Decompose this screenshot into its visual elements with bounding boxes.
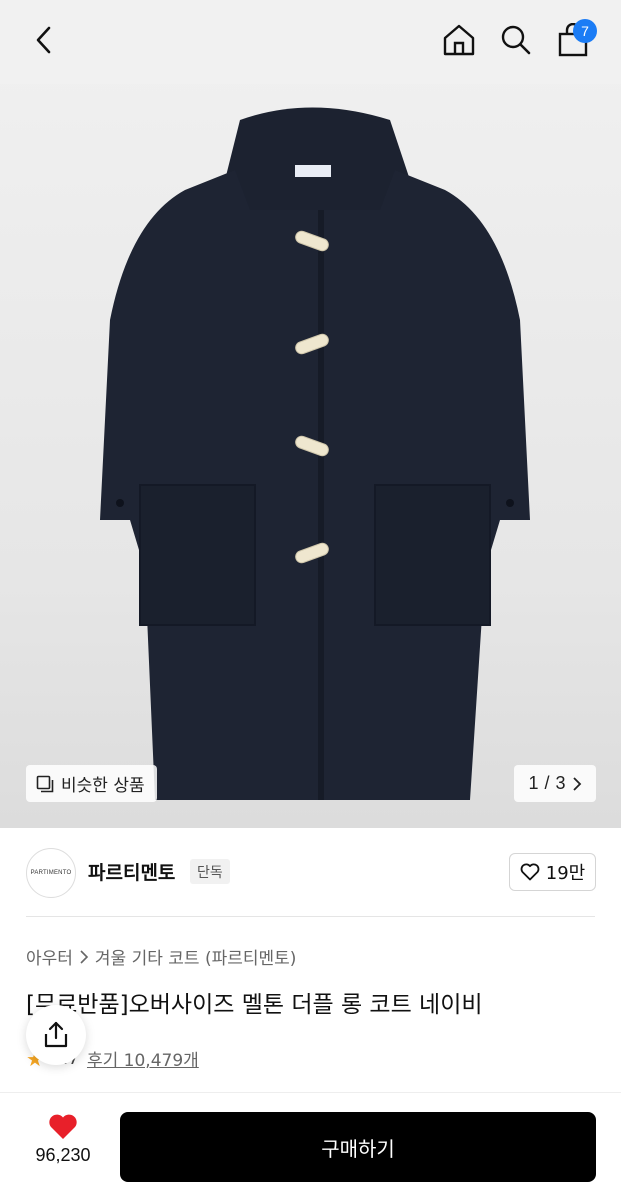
- review-link[interactable]: 후기 10,479개: [87, 1046, 199, 1071]
- brand-row: PARTIMENTO 파르티멘토 단독 19만: [0, 828, 621, 916]
- chevron-left-icon: [36, 26, 51, 54]
- similar-products-button[interactable]: 비슷한 상품: [26, 765, 157, 802]
- brand-like-count: 19만: [545, 863, 586, 884]
- home-button[interactable]: [437, 18, 481, 62]
- cart-count-badge: 7: [573, 19, 597, 43]
- breadcrumb-item-outer[interactable]: 아우터: [26, 944, 73, 969]
- exclusive-badge: 단독: [190, 859, 230, 884]
- similar-products-label: 비슷한 상품: [61, 776, 145, 796]
- image-pager[interactable]: 1 / 3: [514, 765, 596, 802]
- breadcrumb: 아우터 겨울 기타 코트 (파르티멘토): [26, 944, 296, 969]
- search-button[interactable]: [494, 18, 538, 62]
- back-button[interactable]: [22, 18, 66, 62]
- chevron-right-icon: [572, 776, 581, 791]
- share-icon: [44, 1021, 68, 1048]
- heart-filled-icon: [49, 1114, 77, 1139]
- favorite-button[interactable]: 96,230: [22, 1113, 104, 1166]
- brand-name[interactable]: 파르티멘토: [88, 858, 175, 885]
- pager-current: 1: [528, 773, 539, 793]
- divider: [26, 916, 595, 917]
- cart-button[interactable]: 7: [551, 18, 597, 62]
- product-image-area[interactable]: 비슷한 상품 1 / 3: [0, 0, 621, 828]
- brand-logo[interactable]: PARTIMENTO: [26, 848, 76, 898]
- share-button[interactable]: [26, 1005, 86, 1065]
- heart-outline-icon: [520, 863, 540, 881]
- breadcrumb-item-category[interactable]: 겨울 기타 코트 (파르티멘토): [95, 944, 297, 969]
- home-icon: [443, 24, 475, 56]
- search-icon: [501, 25, 531, 55]
- product-title: [무료반품]오버사이즈 멜톤 더플 롱 코트 네이비: [26, 992, 483, 1018]
- top-header: 7: [0, 0, 621, 84]
- bottom-action-bar: 96,230 구매하기: [0, 1092, 621, 1200]
- buy-button[interactable]: 구매하기: [120, 1112, 596, 1182]
- pager-total: 3: [555, 773, 566, 793]
- favorite-count: 96,230: [35, 1145, 91, 1165]
- similar-icon: [36, 775, 54, 792]
- pager-separator: /: [544, 773, 550, 793]
- chevron-right-icon: [80, 949, 89, 964]
- product-image-coat: [100, 107, 530, 800]
- brand-like-button[interactable]: 19만: [509, 853, 596, 891]
